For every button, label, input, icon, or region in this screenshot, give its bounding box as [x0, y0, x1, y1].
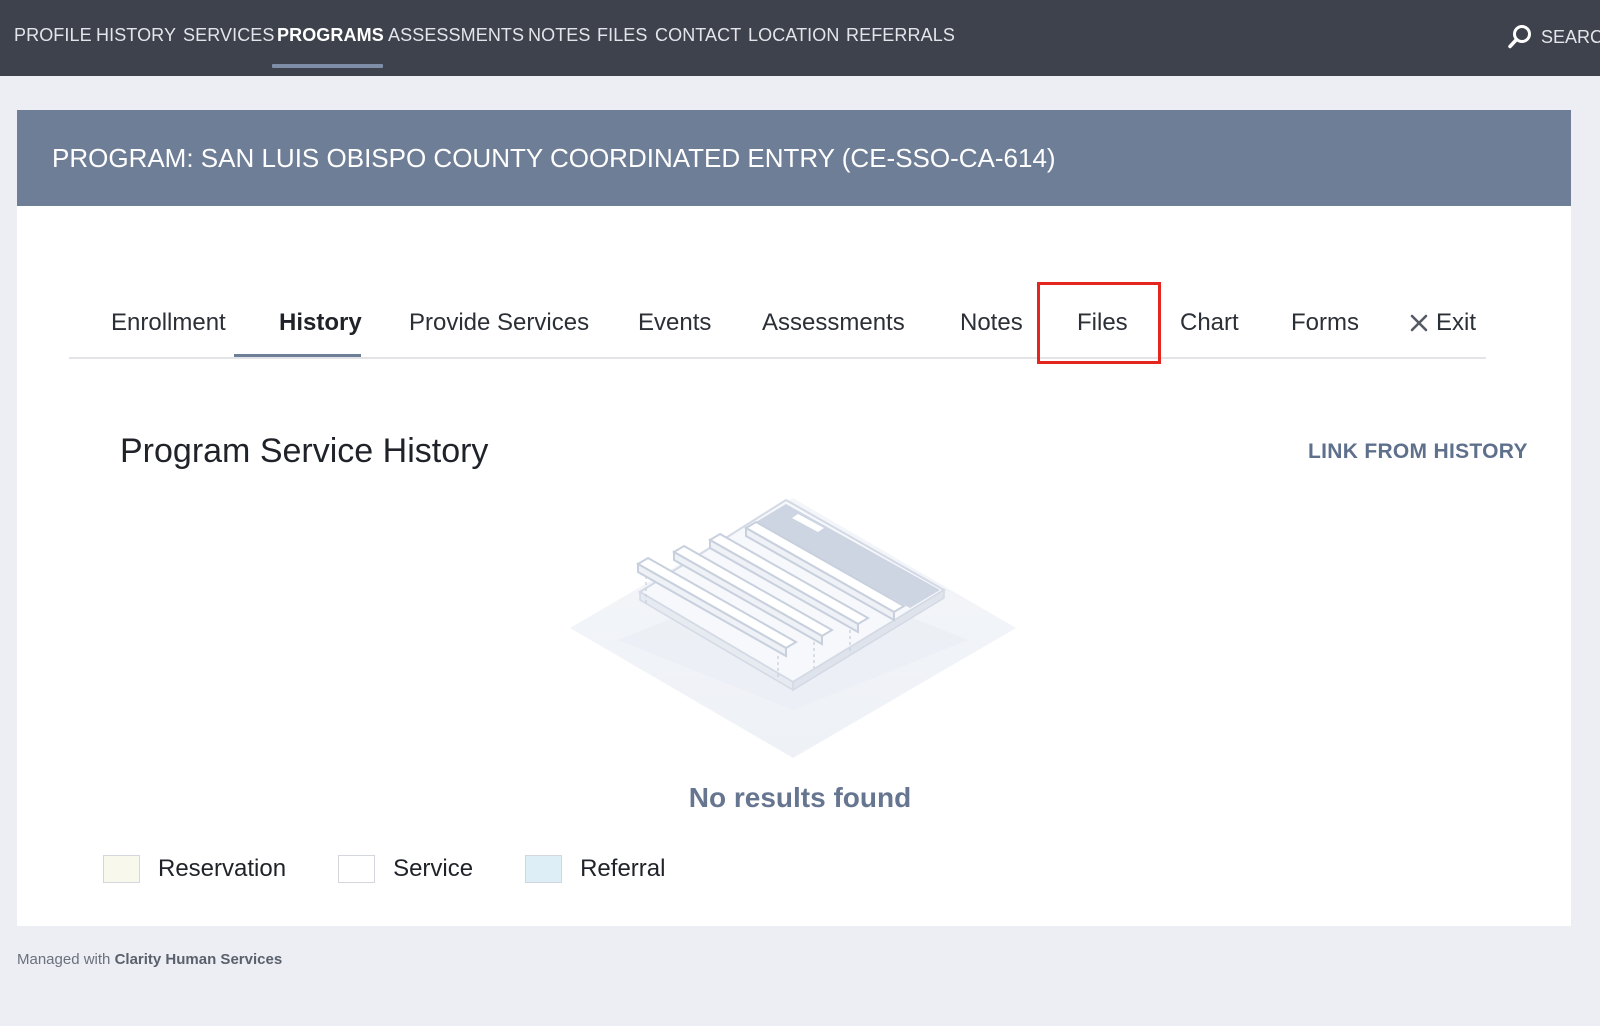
- close-icon: [1410, 314, 1428, 332]
- active-nav-indicator: [272, 64, 383, 68]
- search-button[interactable]: SEARC: [1507, 22, 1600, 52]
- tab-assessments[interactable]: Assessments: [762, 309, 905, 337]
- legend-item-referral: Referral: [525, 855, 665, 883]
- legend: Reservation Service Referral: [103, 854, 717, 884]
- legend-swatch-referral: [525, 855, 563, 883]
- footer-brand-link[interactable]: Clarity Human Services: [115, 951, 283, 968]
- empty-state-illustration: [570, 498, 1016, 758]
- tab-forms[interactable]: Forms: [1291, 309, 1359, 337]
- exit-button[interactable]: Exit: [1410, 309, 1476, 337]
- legend-label: Service: [393, 855, 474, 882]
- program-tabs: Enrollment History Provide Services Even…: [69, 247, 1486, 359]
- legend-swatch-reservation: [103, 855, 140, 883]
- nav-item-history[interactable]: HISTORY: [96, 23, 176, 47]
- legend-item-reservation: Reservation: [103, 855, 286, 883]
- legend-swatch-service: [338, 855, 376, 883]
- footer-prefix: Managed with: [17, 951, 111, 968]
- empty-state-message: No results found: [688, 782, 912, 813]
- footer: Managed with Clarity Human Services: [17, 951, 282, 968]
- nav-item-notes[interactable]: NOTES: [528, 23, 591, 47]
- legend-label: Referral: [580, 855, 666, 882]
- tab-provide-services[interactable]: Provide Services: [409, 309, 589, 337]
- section-title: Program Service History: [120, 432, 489, 470]
- tab-notes[interactable]: Notes: [960, 309, 1023, 337]
- exit-label: Exit: [1436, 309, 1477, 336]
- legend-label: Reservation: [158, 855, 287, 882]
- program-title: PROGRAM: SAN LUIS OBISPO COUNTY COORDINA…: [52, 143, 1056, 173]
- tab-events[interactable]: Events: [638, 309, 711, 337]
- nav-item-profile[interactable]: PROFILE: [14, 23, 92, 47]
- nav-item-referrals[interactable]: REFERRALS: [846, 23, 955, 47]
- program-header: PROGRAM: SAN LUIS OBISPO COUNTY COORDINA…: [17, 110, 1571, 206]
- nav-item-programs[interactable]: PROGRAMS: [277, 23, 384, 47]
- tabs-divider: [69, 357, 1486, 359]
- search-icon: [1508, 25, 1531, 49]
- tab-enrollment[interactable]: Enrollment: [111, 309, 226, 337]
- nav-item-location[interactable]: LOCATION: [748, 23, 839, 47]
- legend-item-service: Service: [338, 855, 473, 883]
- search-label: SEARC: [1541, 26, 1600, 47]
- top-navigation: PROFILE HISTORY SERVICES PROGRAMS ASSESS…: [0, 0, 1600, 76]
- nav-item-files[interactable]: FILES: [597, 23, 648, 47]
- tab-files[interactable]: Files: [1077, 309, 1128, 337]
- nav-item-contact[interactable]: CONTACT: [655, 23, 741, 47]
- link-from-history-button[interactable]: LINK FROM HISTORY: [1308, 440, 1528, 464]
- tab-history[interactable]: History: [279, 309, 362, 337]
- tab-chart[interactable]: Chart: [1180, 309, 1239, 337]
- nav-item-services[interactable]: SERVICES: [183, 23, 275, 47]
- nav-item-assessments[interactable]: ASSESSMENTS: [388, 23, 524, 47]
